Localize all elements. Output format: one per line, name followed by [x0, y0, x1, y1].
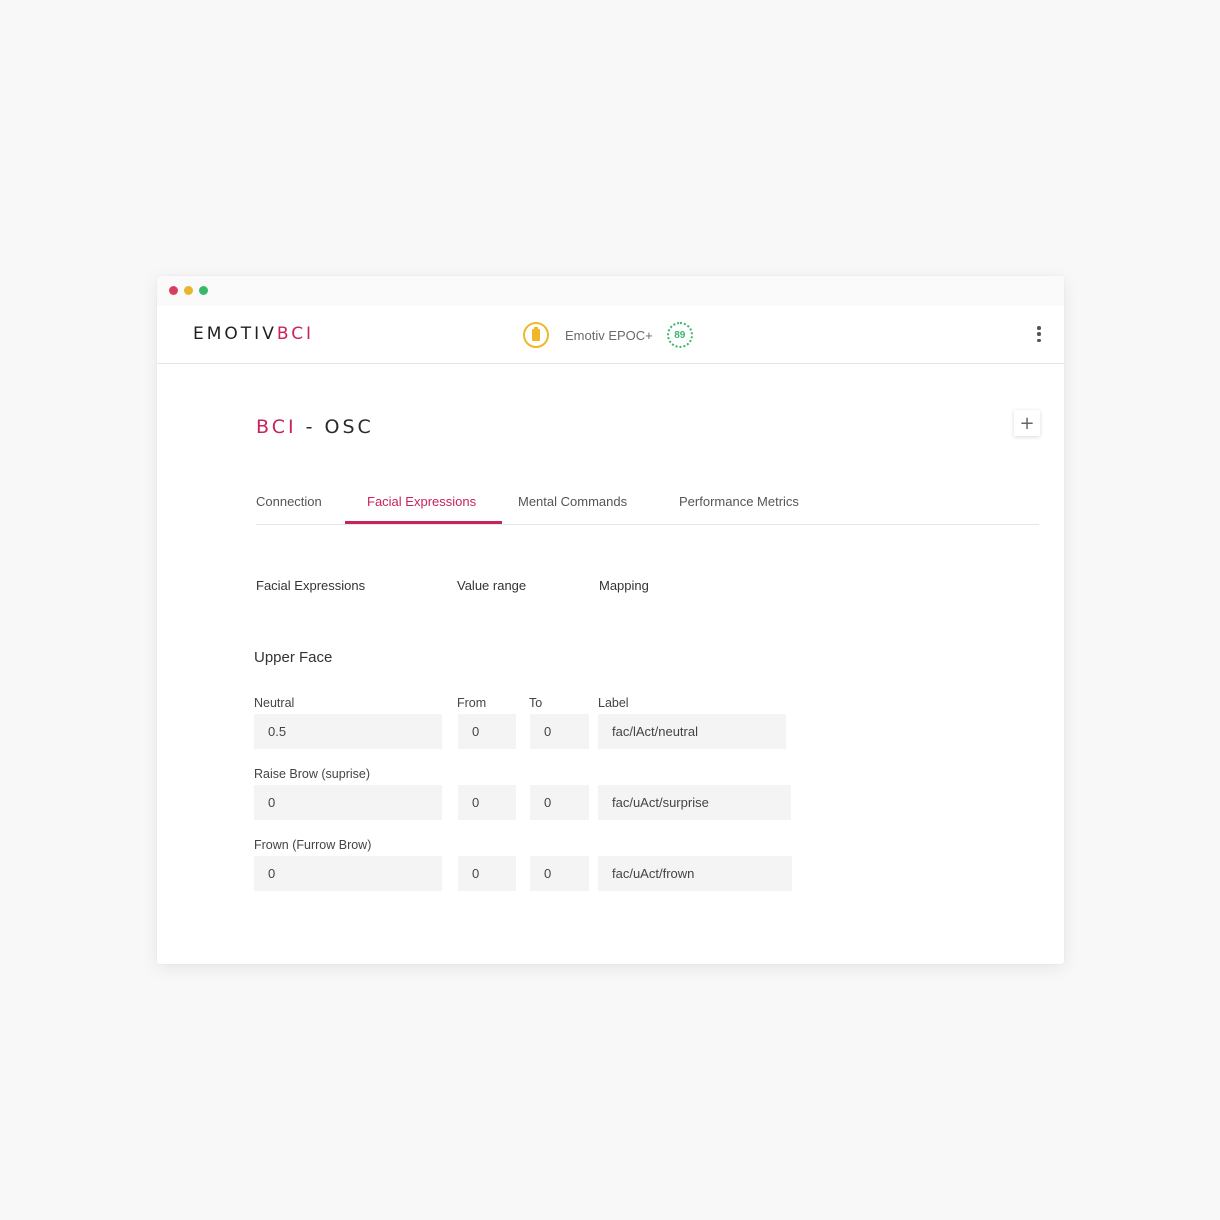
- active-tab-indicator: [345, 521, 502, 524]
- logo-accent-text: BCI: [276, 324, 315, 344]
- column-header-expressions: Facial Expressions: [256, 578, 366, 593]
- window-minimize-dot[interactable]: [184, 286, 193, 295]
- raise-brow-value-input[interactable]: 0: [254, 785, 442, 820]
- page-title-accent: BCI: [256, 416, 297, 438]
- raise-brow-label-input[interactable]: fac/uAct/surprise: [598, 785, 791, 820]
- window-close-dot[interactable]: [169, 286, 178, 295]
- battery-icon: [523, 322, 549, 348]
- neutral-value-input[interactable]: 0.5: [254, 714, 442, 749]
- device-status[interactable]: Emotiv EPOC+ 89: [523, 320, 693, 350]
- logo-main-text: EMOTIV: [193, 324, 277, 344]
- device-name: Emotiv EPOC+: [565, 327, 653, 343]
- to-label: To: [529, 696, 543, 710]
- tab-bar: Connection Facial Expressions Mental Com…: [256, 486, 1039, 525]
- page-title: BCI - OSC: [256, 416, 374, 438]
- column-header-value-range: Value range: [457, 578, 527, 593]
- row-label-frown: Frown (Furrow Brow): [254, 838, 372, 852]
- app-window: EMOTIVBCI Emotiv EPOC+ 89 BCI - OSC + Co…: [157, 276, 1064, 964]
- raise-brow-from-input[interactable]: 0: [458, 785, 516, 820]
- add-button[interactable]: +: [1014, 410, 1040, 436]
- more-options-icon[interactable]: [1036, 326, 1042, 342]
- emotiv-bci-logo: EMOTIVBCI: [193, 324, 314, 344]
- row-label-raise-brow: Raise Brow (suprise): [254, 767, 371, 781]
- window-maximize-dot[interactable]: [199, 286, 208, 295]
- neutral-from-input[interactable]: 0: [458, 714, 516, 749]
- label-label: Label: [598, 696, 629, 710]
- page-title-rest: - OSC: [296, 416, 374, 438]
- frown-value-input[interactable]: 0: [254, 856, 442, 891]
- app-header: EMOTIVBCI Emotiv EPOC+ 89: [157, 306, 1064, 364]
- column-header-mapping: Mapping: [599, 578, 649, 593]
- row-label-neutral: Neutral: [254, 696, 295, 710]
- signal-quality-badge: 89: [666, 322, 693, 348]
- window-titlebar: [157, 276, 1064, 306]
- frown-to-input[interactable]: 0: [530, 856, 589, 891]
- neutral-to-input[interactable]: 0: [530, 714, 589, 749]
- tab-connection[interactable]: Connection: [256, 494, 322, 509]
- from-label: From: [457, 696, 487, 710]
- frown-from-input[interactable]: 0: [458, 856, 516, 891]
- tab-facial-expressions[interactable]: Facial Expressions: [367, 494, 476, 509]
- tab-performance-metrics[interactable]: Performance Metrics: [679, 494, 799, 509]
- section-title-upper-face: Upper Face: [254, 649, 333, 666]
- neutral-label-input[interactable]: fac/lAct/neutral: [598, 714, 786, 749]
- raise-brow-to-input[interactable]: 0: [530, 785, 589, 820]
- tab-mental-commands[interactable]: Mental Commands: [518, 494, 627, 509]
- frown-label-input[interactable]: fac/uAct/frown: [598, 856, 792, 891]
